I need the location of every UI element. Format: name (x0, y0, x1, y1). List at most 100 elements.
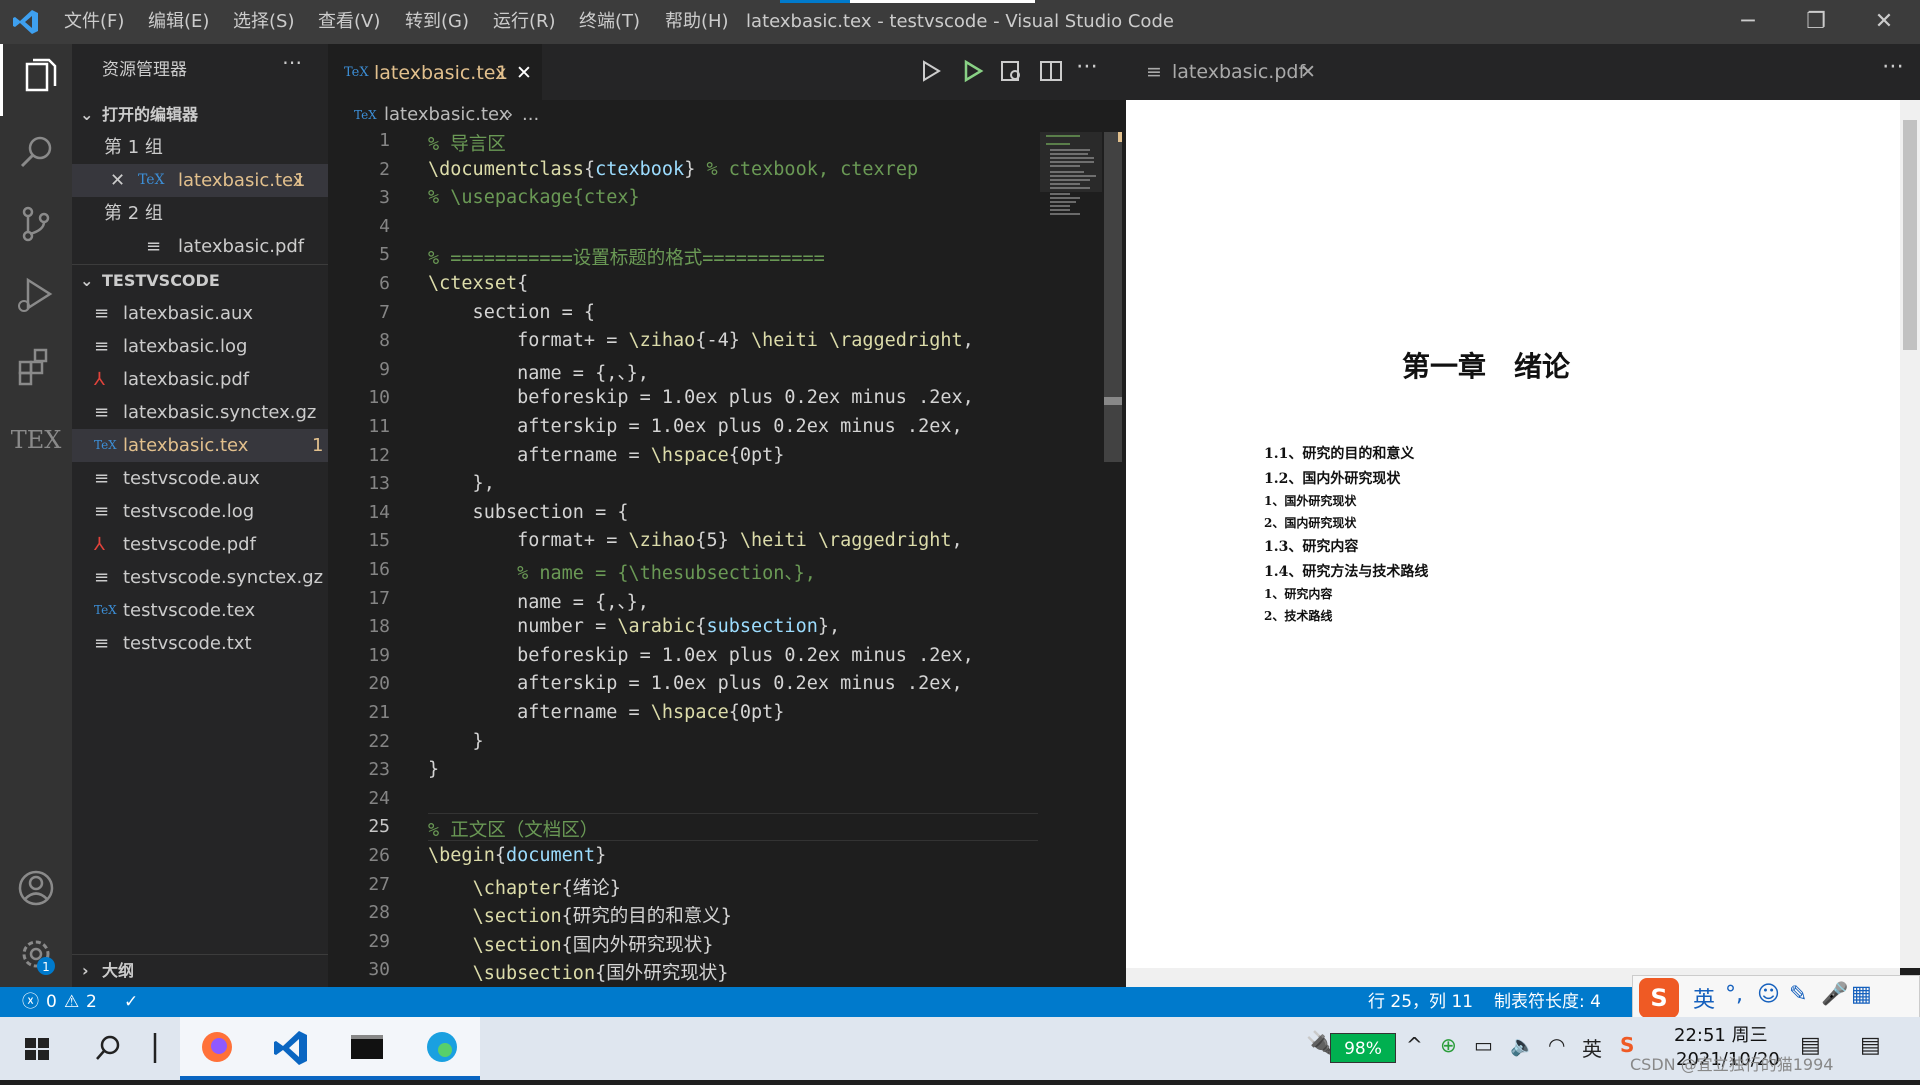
check-icon[interactable]: ✓ (124, 987, 138, 1017)
code-line[interactable]: afterskip = 1.0ex plus 0.2ex minus .2ex, (428, 673, 963, 694)
code-line[interactable]: name = {,、}, (428, 359, 649, 385)
tab-size[interactable]: 制表符长度: 4 (1494, 987, 1601, 1017)
code-line[interactable]: section = { (428, 302, 596, 323)
tab-latexbasic-tex[interactable]: TeX latexbasic.tex 1 ✕ (328, 44, 542, 100)
chevron-up-icon[interactable]: ^ (1406, 1033, 1423, 1057)
menu-file[interactable]: 文件(F) (64, 0, 124, 44)
menu-view[interactable]: 查看(V) (318, 0, 380, 44)
menu-run[interactable]: 运行(R) (493, 0, 556, 44)
code-line[interactable]: % \usepackage{ctex} (428, 187, 640, 208)
cursor-position[interactable]: 行 25，列 11 (1368, 987, 1473, 1017)
code-line[interactable]: \chapter{绪论} (428, 874, 621, 900)
build-run-icon[interactable] (960, 58, 986, 89)
close-tab-icon[interactable]: ✕ (1300, 44, 1316, 100)
file-item[interactable]: ≡ testvscode.log (72, 495, 328, 528)
toolbox-icon[interactable]: ▦ (1851, 982, 1872, 1007)
account-icon[interactable] (0, 852, 72, 924)
code-line[interactable]: % name = {\thesubsection、}, (428, 559, 816, 585)
handwriting-icon[interactable]: ✎ (1789, 982, 1807, 1007)
outline-section[interactable]: › 大纲 (72, 954, 328, 987)
source-control-icon[interactable] (0, 188, 72, 260)
more-actions-icon[interactable]: ⋯ (1076, 54, 1098, 79)
menu-selection[interactable]: 选择(S) (233, 0, 294, 44)
file-item[interactable]: ≡ testvscode.txt (72, 627, 328, 660)
terminal-icon[interactable] (330, 1017, 405, 1080)
file-item[interactable]: ⅄ testvscode.pdf (72, 528, 328, 561)
close-window-button[interactable]: ✕ (1850, 0, 1918, 44)
code-line[interactable]: aftername = \hspace{0pt} (428, 445, 784, 466)
extensions-icon[interactable] (0, 332, 72, 404)
code-line[interactable]: aftername = \hspace{0pt} (428, 702, 784, 723)
search-icon[interactable] (70, 1017, 145, 1080)
preview-icon[interactable] (998, 58, 1024, 89)
close-icon[interactable]: ✕ (110, 164, 125, 197)
split-editor-icon[interactable] (1038, 58, 1064, 89)
open-editor-latexbasic-pdf[interactable]: ≡ latexbasic.pdf (72, 230, 328, 263)
editor-scrollbar[interactable] (1104, 132, 1122, 462)
security-icon[interactable]: ⊕ (1440, 1033, 1457, 1057)
start-icon[interactable] (0, 1017, 75, 1080)
battery-icon[interactable]: ▭ (1474, 1033, 1493, 1057)
emoji-icon[interactable]: ☺ (1757, 982, 1780, 1007)
file-item[interactable]: TeX testvscode.tex (72, 594, 328, 627)
errors-count[interactable]: 0 (46, 987, 57, 1017)
punctuation-icon[interactable]: °, (1725, 982, 1743, 1007)
run-debug-icon[interactable] (0, 260, 72, 332)
code-line[interactable]: number = \arabic{subsection}, (428, 616, 840, 637)
code-line[interactable]: \section{研究的目的和意义} (428, 902, 732, 928)
more-actions-icon[interactable]: ⋯ (1882, 54, 1904, 79)
code-line[interactable]: \subsection{国外研究现状} (428, 959, 729, 985)
more-actions-icon[interactable]: ⋯ (282, 50, 302, 74)
breadcrumb-more[interactable]: ... (522, 100, 539, 130)
code-line[interactable]: } (428, 759, 439, 780)
minimap[interactable] (1040, 132, 1102, 215)
code-line[interactable]: format+ = \zihao{5} \heiti \raggedright, (428, 530, 963, 551)
explorer-icon[interactable] (0, 44, 72, 116)
tex-icon[interactable]: TEX (0, 404, 72, 476)
file-item[interactable]: ≡ testvscode.aux (72, 462, 328, 495)
ime-mode[interactable]: 英 (1693, 982, 1715, 1014)
open-editors-section[interactable]: ⌄ 打开的编辑器 (72, 98, 328, 131)
errors-icon[interactable]: ⓧ (22, 987, 39, 1017)
file-item[interactable]: ≡ latexbasic.log (72, 330, 328, 363)
menu-help[interactable]: 帮助(H) (665, 0, 729, 44)
vscode-taskbar-icon[interactable] (255, 1017, 330, 1080)
edge-icon[interactable] (405, 1017, 480, 1080)
code-line[interactable]: \documentclass{ctexbook} % ctexbook, cte… (428, 159, 918, 180)
volume-icon[interactable]: 🔈 (1510, 1033, 1535, 1057)
code-line[interactable]: % ===========设置标题的格式=========== (428, 244, 825, 270)
open-editor-latexbasic-tex[interactable]: ✕ TeX latexbasic.tex 1 (72, 164, 328, 197)
file-item[interactable]: ≡ latexbasic.synctex.gz (72, 396, 328, 429)
pdf-scroll-thumb[interactable] (1903, 120, 1917, 350)
workspace-section[interactable]: ⌄ TESTVSCODE (72, 264, 328, 297)
code-line[interactable]: beforeskip = 1.0ex plus 0.2ex minus .2ex… (428, 645, 974, 666)
code-line[interactable]: name = {,、}, (428, 588, 649, 614)
pdf-page[interactable]: 第一章 绪论 1.1、研究的目的和意义 1.2、国内外研究现状 1、国外研究现状 2、… (1126, 100, 1902, 968)
file-item[interactable]: ≡ testvscode.synctex.gz (72, 561, 328, 594)
sogou-logo-icon[interactable]: S (1639, 978, 1679, 1018)
restore-button[interactable]: ❐ (1782, 0, 1850, 44)
code-line[interactable]: subsection = { (428, 502, 629, 523)
code-line[interactable]: } (428, 731, 484, 752)
notification-icon[interactable]: ▤ (1800, 1033, 1821, 1058)
file-item[interactable]: ⅄ latexbasic.pdf (72, 363, 328, 396)
menu-goto[interactable]: 转到(G) (405, 0, 469, 44)
close-tab-icon[interactable]: ✕ (516, 45, 532, 101)
run-icon[interactable] (918, 58, 944, 89)
search-icon[interactable] (0, 116, 72, 188)
clock-time[interactable]: 22:51 周三 (1674, 1021, 1768, 1047)
warning-icon[interactable]: ⚠ (64, 987, 79, 1017)
file-item[interactable]: ≡ latexbasic.aux (72, 297, 328, 330)
breadcrumb-file[interactable]: latexbasic.tex (384, 100, 509, 130)
menu-terminal[interactable]: 终端(T) (579, 0, 640, 44)
microphone-icon[interactable]: 🎤 (1821, 982, 1848, 1007)
code-line[interactable]: \section{国内外研究现状} (428, 931, 714, 957)
action-center-icon[interactable]: ▤ (1860, 1033, 1881, 1058)
code-line[interactable]: format+ = \zihao{-4} \heiti \raggedright… (428, 330, 974, 351)
pdf-scrollbar[interactable] (1900, 100, 1920, 968)
tab-latexbasic-pdf[interactable]: ≡ latexbasic.pdf ✕ (1124, 44, 1324, 100)
file-item[interactable]: TeX latexbasic.tex 1 (72, 429, 328, 462)
minimize-button[interactable]: ─ (1714, 0, 1782, 44)
code-line[interactable]: afterskip = 1.0ex plus 0.2ex minus .2ex, (428, 416, 963, 437)
code-line[interactable]: \begin{document} (428, 845, 606, 866)
